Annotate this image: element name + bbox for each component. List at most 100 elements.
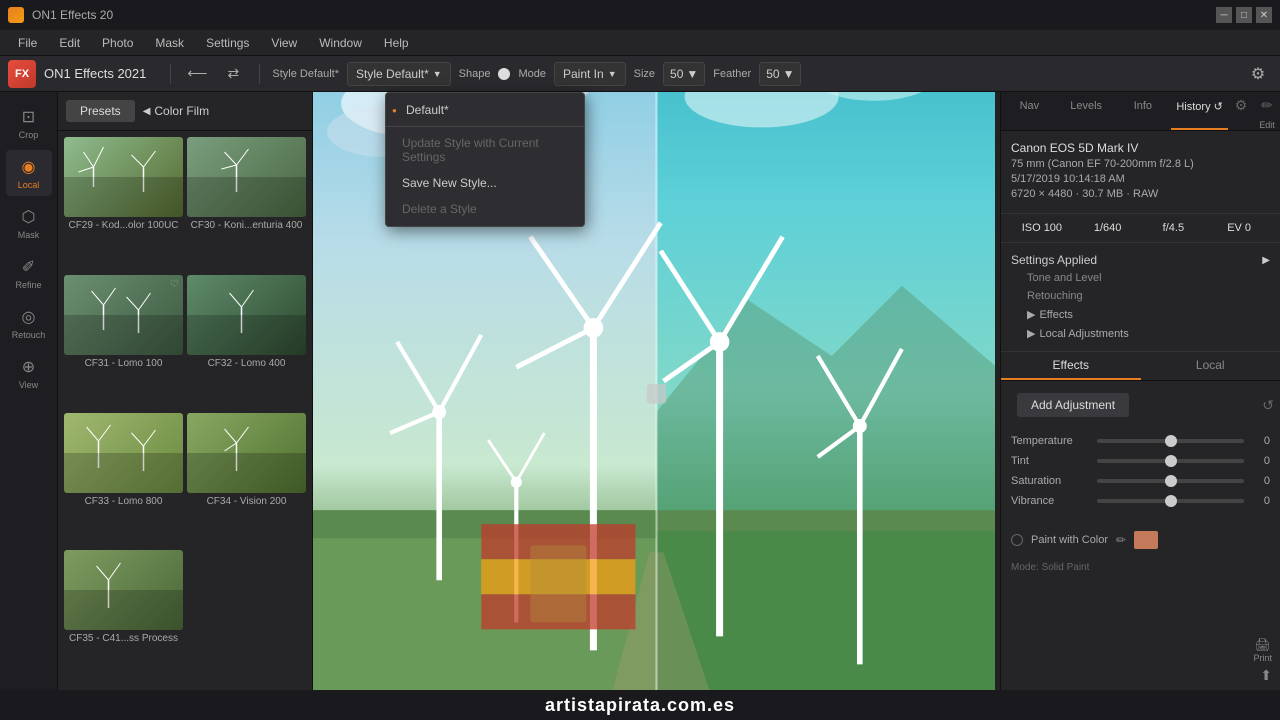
tint-row: Tint 0 [1011, 455, 1270, 467]
presets-button[interactable]: Presets [66, 100, 135, 122]
settings-applied-label: Settings Applied [1011, 253, 1097, 267]
menu-item-mask[interactable]: Mask [145, 32, 194, 54]
datetime-info: 5/17/2019 10:14:18 AM [1011, 173, 1270, 185]
settings-applied-header[interactable]: Settings Applied ▶ [1011, 251, 1270, 269]
dropdown-item-delete[interactable]: Delete a Style [386, 196, 584, 222]
tint-label: Tint [1011, 455, 1091, 467]
style-dropdown[interactable]: Style Default* ▼ [347, 62, 451, 86]
expand-icon-effects: ▶ [1027, 308, 1035, 321]
effects-local-tabs: Effects Local [1001, 352, 1280, 381]
vibrance-handle[interactable] [1165, 495, 1177, 507]
watermark-text: artistapirata.com.es [545, 695, 735, 716]
temperature-slider[interactable] [1097, 439, 1244, 443]
title-text: ON1 Effects 20 [32, 8, 1208, 22]
close-button[interactable]: ✕ [1256, 7, 1272, 23]
right-tabs: Nav Levels Info History ↺ ⚙ ✏ Edit [1001, 92, 1280, 131]
local-icon: ◉ [22, 157, 36, 177]
preset-cf35[interactable]: CF35 - C41...ss Process [64, 550, 183, 684]
saturation-row: Saturation 0 [1011, 475, 1270, 487]
sidebar-tool-mask[interactable]: ⬡ Mask [6, 200, 52, 246]
size-dropdown[interactable]: 50 ▼ [663, 62, 705, 86]
refresh-icon[interactable]: ↺ [1262, 397, 1274, 414]
tab-levels[interactable]: Levels [1058, 92, 1115, 130]
gear-button[interactable]: ⚙ [1244, 60, 1272, 88]
dropdown-item-update[interactable]: Update Style with Current Settings [386, 130, 584, 170]
feather-label: Feather [713, 68, 751, 80]
sidebar-tool-retouch[interactable]: ◎ Retouch [6, 300, 52, 346]
canvas-scrollbar[interactable] [995, 92, 1000, 690]
sidebar-tool-refine[interactable]: ✐ Refine [6, 250, 52, 296]
toolbar: FX ON1 Effects 2021 ⟵ ⇄ Style Default* S… [0, 56, 1280, 92]
preset-cf29[interactable]: CF29 - Kod...olor 100UC [64, 137, 183, 271]
toolbar-swap-btn[interactable]: ⇄ [219, 60, 247, 88]
sidebar-tool-crop[interactable]: ⊡ Crop [6, 100, 52, 146]
back-button[interactable]: ◀ Color Film [143, 104, 209, 118]
tint-slider[interactable] [1097, 459, 1244, 463]
shape-label: Shape [459, 68, 491, 80]
menu-item-file[interactable]: File [8, 32, 47, 54]
menu-item-window[interactable]: Window [309, 32, 372, 54]
presets-grid: CF29 - Kod...olor 100UC CF30 - Koni...en… [58, 131, 312, 690]
preset-cf31[interactable]: ♡ CF31 - Lomo 100 [64, 275, 183, 409]
paint-pen-icon[interactable]: ✏ [1116, 533, 1126, 547]
color-swatch[interactable] [1134, 531, 1158, 549]
export-icon[interactable]: ⬆ [1260, 667, 1272, 684]
mode-dropdown-label: Paint In [563, 67, 604, 81]
paint-color-radio[interactable] [1011, 534, 1023, 546]
saturation-slider[interactable] [1097, 479, 1244, 483]
sub-item-local[interactable]: ▶ Local Adjustments [1011, 324, 1270, 343]
exposure-grid: ISO 100 1/640 f/4.5 EV 0 [1001, 214, 1280, 243]
tab-nav[interactable]: Nav [1001, 92, 1058, 130]
preset-cf34[interactable]: CF34 - Vision 200 [187, 413, 306, 547]
dropdown-item-default[interactable]: Default* [386, 97, 584, 123]
app-icon [8, 7, 24, 23]
ev-value: EV 0 [1208, 222, 1270, 234]
shape-circle [498, 68, 510, 80]
local-adj-label: Local Adjustments [1039, 328, 1128, 340]
local-tab[interactable]: Local [1141, 352, 1280, 380]
sub-item-effects[interactable]: ▶ Effects [1011, 305, 1270, 324]
add-adjustment-button[interactable]: Add Adjustment [1017, 393, 1129, 417]
tab-info[interactable]: Info [1115, 92, 1172, 130]
temperature-row: Temperature 0 [1011, 435, 1270, 447]
tab-history[interactable]: History ↺ [1171, 92, 1228, 130]
temperature-handle[interactable] [1165, 435, 1177, 447]
dropdown-item-save-new[interactable]: Save New Style... [386, 170, 584, 196]
shutter-value: 1/640 [1077, 222, 1139, 234]
saturation-handle[interactable] [1165, 475, 1177, 487]
crop-icon: ⊡ [22, 107, 35, 127]
menu-item-help[interactable]: Help [374, 32, 419, 54]
menu-item-view[interactable]: View [261, 32, 307, 54]
preset-cf32[interactable]: CF32 - Lomo 400 [187, 275, 306, 409]
sidebar-tool-view[interactable]: ⊕ View [6, 350, 52, 396]
feather-dropdown[interactable]: 50 ▼ [759, 62, 801, 86]
gear-settings-icon[interactable]: ⚙ [1228, 92, 1254, 118]
sidebar-tool-local[interactable]: ◉ Local [6, 150, 52, 196]
preset-cf30[interactable]: CF30 - Koni...enturia 400 [187, 137, 306, 271]
menu-item-settings[interactable]: Settings [196, 32, 259, 54]
menu-item-photo[interactable]: Photo [92, 32, 143, 54]
tint-handle[interactable] [1165, 455, 1177, 467]
sub-item-retouch: Retouching [1011, 287, 1270, 305]
settings-applied-section: Settings Applied ▶ Tone and Level Retouc… [1001, 243, 1280, 352]
left-sidebar: ⊡ Crop ◉ Local ⬡ Mask ✐ Refine ◎ Retouch… [0, 92, 58, 690]
toolbar-separator-2 [259, 64, 260, 84]
effects-tab[interactable]: Effects [1001, 352, 1141, 380]
tint-value: 0 [1250, 455, 1270, 467]
back-arrow-icon: ◀ [143, 106, 151, 117]
preset-label-cf33: CF33 - Lomo 800 [64, 493, 183, 510]
mode-dropdown[interactable]: Paint In ▼ [554, 62, 626, 86]
maximize-button[interactable]: □ [1236, 7, 1252, 23]
preset-label-cf30: CF30 - Koni...enturia 400 [187, 217, 306, 234]
preset-cf33[interactable]: CF33 - Lomo 800 [64, 413, 183, 547]
menu-item-edit[interactable]: Edit [49, 32, 90, 54]
minimize-button[interactable]: ─ [1216, 7, 1232, 23]
print-label: Print [1253, 653, 1272, 663]
print-icon[interactable]: 🖨 Print [1253, 637, 1272, 663]
history-icon: ↺ [1214, 101, 1223, 113]
vibrance-slider[interactable] [1097, 499, 1244, 503]
toolbar-arrow-btn[interactable]: ⟵ [183, 60, 211, 88]
menubar: FileEditPhotoMaskSettingsViewWindowHelp [0, 30, 1280, 56]
dropdown-separator [386, 126, 584, 127]
edit-label: Edit [1259, 120, 1275, 130]
